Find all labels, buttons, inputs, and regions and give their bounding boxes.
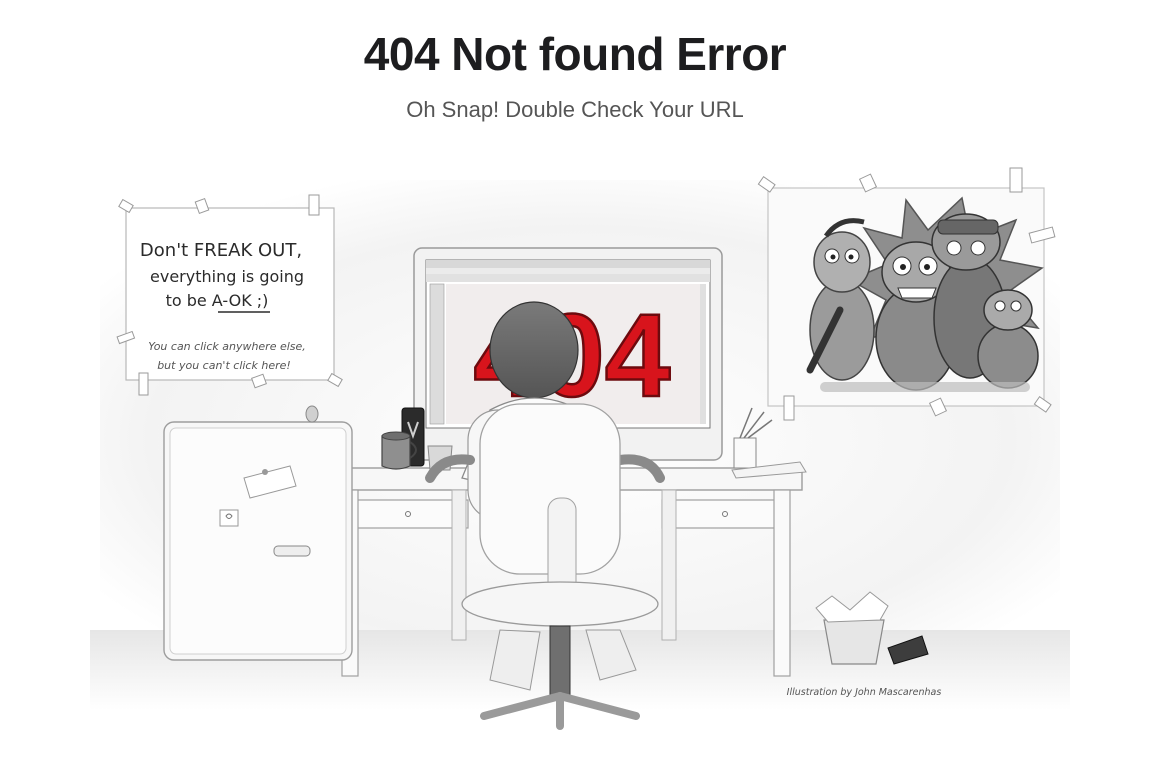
- page-title: 404 Not found Error: [363, 28, 787, 80]
- illustration-credit: Illustration by John Mascarenhas: [787, 687, 942, 698]
- sticky-note: Don't FREAK OUT, everything is going to …: [116, 194, 343, 396]
- page-subtitle: Oh Snap! Double Check Your URL: [406, 97, 744, 122]
- note-line-1: Don't FREAK OUT,: [140, 240, 302, 261]
- error-illustration: Don't FREAK OUT, everything is going to …: [90, 167, 1070, 730]
- mini-fridge: [163, 405, 353, 661]
- note-line-5: but you can't click here!: [157, 359, 291, 372]
- note-line-2: everything is going: [150, 267, 304, 286]
- note-line-3: to be A-OK ;): [166, 291, 269, 310]
- note-line-4: You can click anywhere else,: [148, 340, 306, 353]
- creatures-poster: [757, 167, 1056, 421]
